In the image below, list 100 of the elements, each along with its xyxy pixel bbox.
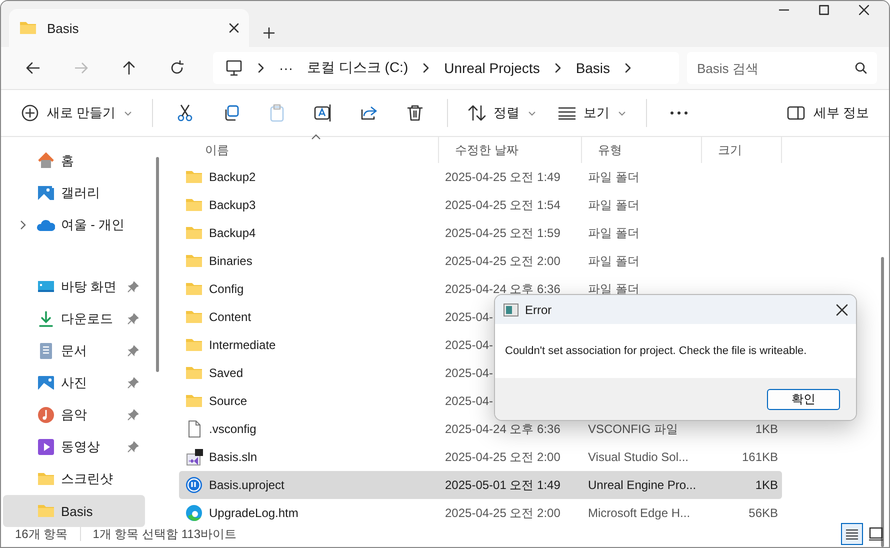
maximize-icon[interactable] bbox=[819, 5, 829, 15]
column-header[interactable]: 크기 bbox=[702, 137, 782, 163]
file-row[interactable]: UpgradeLog.htm 2025-04-25 오전 2:00 Microsoft Edge H... 56KB bbox=[179, 499, 782, 521]
date-cell: 2025-04-25 오전 1:49 bbox=[445, 170, 560, 184]
sidebar-item[interactable]: 사진 bbox=[3, 367, 145, 399]
tab-title: Basis bbox=[47, 20, 80, 36]
folder-icon bbox=[185, 364, 203, 382]
scrollbar-thumb[interactable] bbox=[880, 257, 884, 547]
video-icon bbox=[37, 438, 55, 456]
column-header[interactable]: 유형 bbox=[582, 137, 702, 163]
refresh-icon[interactable] bbox=[169, 60, 185, 76]
item-count: 16개 항목 bbox=[15, 526, 68, 542]
computer-icon bbox=[225, 60, 243, 76]
window-icon bbox=[503, 302, 519, 316]
file-name: Basis.sln bbox=[209, 450, 258, 464]
sidebar-item[interactable]: 스크린샷 bbox=[3, 463, 145, 495]
date-cell: 2025-04-25 오전 2:00 bbox=[445, 506, 560, 520]
type-cell: VSCONFIG 파일 bbox=[588, 422, 678, 436]
sidebar-item[interactable]: 음악 bbox=[3, 399, 145, 431]
dialog-title: Error bbox=[525, 302, 553, 316]
sidebar-item[interactable]: 갤러리 bbox=[3, 177, 145, 209]
caret-icon bbox=[618, 110, 626, 116]
date-cell: 2025-04- bbox=[445, 394, 494, 408]
close-icon bbox=[836, 304, 848, 316]
add-tab-icon[interactable] bbox=[263, 27, 275, 39]
file-row[interactable]: Backup4 2025-04-25 오전 1:59 파일 폴더 bbox=[179, 219, 782, 247]
type-cell: 파일 폴더 bbox=[588, 198, 640, 212]
date-cell: 2025-04-24 오후 6:36 bbox=[445, 422, 560, 436]
ok-button[interactable]: 확인 bbox=[767, 388, 840, 410]
browser-tab[interactable]: Basis bbox=[9, 9, 249, 47]
folder-icon bbox=[37, 470, 55, 488]
caret-icon bbox=[124, 110, 132, 116]
search-icon bbox=[855, 62, 867, 74]
close-icon[interactable] bbox=[229, 23, 239, 33]
chevron-icon[interactable] bbox=[20, 220, 26, 230]
file-name: Content bbox=[209, 310, 252, 324]
folder-icon bbox=[19, 19, 37, 37]
close-button[interactable] bbox=[836, 304, 848, 316]
sidebar-item[interactable]: Basis bbox=[3, 495, 145, 527]
sidebar-item[interactable]: 다운로드 bbox=[3, 303, 145, 335]
date-cell: 2025-04- bbox=[445, 310, 494, 324]
chevron-icon[interactable] bbox=[257, 63, 265, 73]
breadcrumb-item[interactable]: 로컬 디스크 (C:) bbox=[307, 59, 408, 77]
file-row[interactable]: Backup2 2025-04-25 오전 1:49 파일 폴더 bbox=[179, 163, 782, 191]
size-cell: 1KB bbox=[755, 478, 778, 492]
type-cell: 파일 폴더 bbox=[588, 170, 640, 184]
chevron-icon[interactable] bbox=[554, 63, 562, 73]
sort-button[interactable]: 정렬 bbox=[460, 96, 544, 130]
trash-icon bbox=[406, 104, 424, 122]
folder-icon bbox=[185, 196, 203, 214]
folder-icon bbox=[185, 392, 203, 410]
size-cell: 1KB bbox=[755, 422, 778, 436]
details-view-button[interactable] bbox=[841, 523, 863, 545]
type-cell: Unreal Engine Pro... bbox=[588, 478, 696, 492]
gallery-icon bbox=[37, 184, 55, 202]
size-cell: 56KB bbox=[748, 506, 778, 520]
sort-icon bbox=[468, 104, 486, 122]
panel-icon bbox=[787, 104, 806, 122]
sidebar-item[interactable]: 여울 - 개인 bbox=[3, 209, 145, 241]
file-row[interactable]: Basis.uproject 2025-05-01 오전 1:49 Unreal Engine Pro... 1KB bbox=[179, 471, 782, 499]
folder-icon bbox=[37, 502, 55, 520]
date-cell: 2025-04-25 오전 1:59 bbox=[445, 226, 560, 240]
folder-icon bbox=[185, 280, 203, 298]
file-name: Backup4 bbox=[209, 226, 256, 240]
share-icon bbox=[360, 104, 378, 122]
sidebar-item[interactable]: 홈 bbox=[3, 145, 145, 177]
sidebar-item[interactable]: 동영상 bbox=[3, 431, 145, 463]
folder-icon bbox=[185, 224, 203, 242]
file-row[interactable]: Basis.sln 2025-04-25 오전 2:00 Visual Studio Sol... 161KB bbox=[179, 443, 782, 471]
more-icon bbox=[670, 111, 688, 115]
file-row[interactable]: Backup3 2025-04-25 오전 1:54 파일 폴더 bbox=[179, 191, 782, 219]
view-button[interactable]: 보기 bbox=[550, 96, 634, 130]
close-icon[interactable] bbox=[859, 5, 869, 15]
back-icon[interactable] bbox=[25, 60, 41, 76]
breadcrumb-item[interactable]: Unreal Projects bbox=[444, 60, 540, 76]
scrollbar-thumb[interactable] bbox=[156, 157, 158, 372]
breadcrumb-item[interactable]: Basis bbox=[576, 60, 610, 76]
chevron-icon[interactable] bbox=[422, 63, 430, 73]
new-button[interactable]: 새로 만들기 bbox=[13, 96, 140, 130]
file-name: Config bbox=[209, 282, 244, 296]
file-row[interactable]: Binaries 2025-04-25 오전 2:00 파일 폴더 bbox=[179, 247, 782, 275]
file-name: .vsconfig bbox=[209, 422, 256, 436]
clipboard-icon bbox=[268, 104, 286, 122]
overflow-menu[interactable]: ··· bbox=[279, 60, 293, 76]
up-icon[interactable] bbox=[121, 60, 137, 76]
file-row[interactable]: Saved 2025-04- bbox=[179, 359, 782, 387]
search-field[interactable]: Basis 검색 bbox=[687, 52, 877, 84]
chevron-icon[interactable] bbox=[624, 63, 632, 73]
scissors-icon bbox=[176, 104, 194, 122]
file-row[interactable]: .vsconfig 2025-04-24 오후 6:36 VSCONFIG 파일 1KB bbox=[179, 415, 782, 443]
address-bar[interactable]: ··· 로컬 디스크 (C:) Unreal Projects Basis bbox=[213, 52, 679, 84]
plus-icon bbox=[21, 104, 39, 122]
file-name: Basis.uproject bbox=[209, 478, 284, 492]
folder-icon bbox=[185, 168, 203, 186]
error-message: Couldn't set association for project. Check the file is writeable. bbox=[505, 345, 807, 357]
sidebar-item[interactable]: 바탕 화면 bbox=[3, 271, 145, 303]
column-header[interactable]: 수정한 날짜 bbox=[439, 137, 582, 163]
sidebar-item[interactable]: 문서 bbox=[3, 335, 145, 367]
column-header[interactable]: 이름 bbox=[179, 137, 439, 163]
details-button[interactable]: 세부 정보 bbox=[779, 96, 877, 130]
